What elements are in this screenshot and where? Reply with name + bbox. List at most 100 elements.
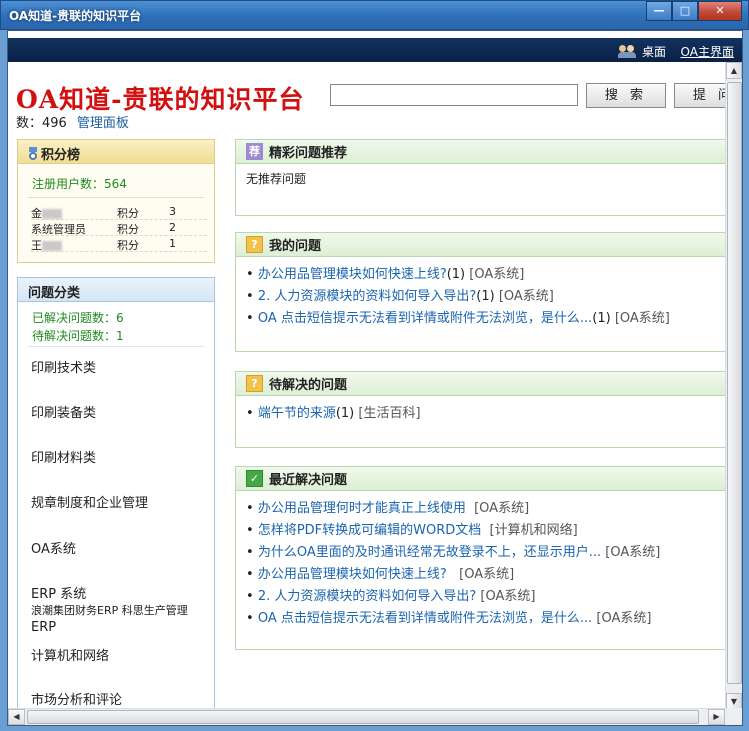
score-row-label: 积分 [117,239,139,252]
category-item[interactable]: 印刷技术类 [31,357,96,376]
list-item: • 2. 人力资源模块的资料如何导入导出? [OA系统] [246,589,536,604]
my-questions-panel: ? 我的问题 • 办公用品管理模块如何快速上线?(1) [OA系统] • 2. … [235,232,725,352]
admin-panel-link[interactable]: 管理面板 [77,116,129,131]
search-button[interactable]: 搜 索 [586,83,666,108]
list-item: • 办公用品管理模块如何快速上线?(1) [OA系统] [246,267,525,282]
category-tag[interactable]: [OA系统] [469,267,524,282]
category-item[interactable]: 印刷装备类 [31,402,96,421]
recommend-icon: 荐 [246,143,263,160]
oa-main-link[interactable]: OA主界面 [681,43,734,60]
scroll-right-icon[interactable]: ▶ [708,709,725,725]
question-link[interactable]: 2. 人力资源模块的资料如何导入导出? [258,289,476,304]
question-link[interactable]: 办公用品管理何时才能真正上线使用 [258,501,466,516]
close-button[interactable]: ✕ [698,1,742,21]
vertical-scroll-thumb[interactable] [727,82,742,684]
list-item: • OA 点击短信提示无法看到详情或附件无法浏览，是什么... [OA系统] [246,611,652,626]
no-recommendation-text: 无推荐问题 [246,172,307,186]
desktop-label: 桌面 [641,45,666,59]
window-titlebar: OA知道-贵联的知识平台 — □ ✕ [0,0,749,30]
window-title: OA知道-贵联的知识平台 [9,9,142,23]
divider [28,197,204,198]
registered-users: 注册用户数：564 [32,177,127,191]
recommended-title: 精彩问题推荐 [269,146,348,161]
score-row-name: 金 [31,205,62,221]
category-item[interactable]: ERP [31,620,56,635]
recent-solved-header: ✓ 最近解决问题 [236,467,725,491]
category-item[interactable]: 市场分析和评论 [31,689,122,708]
question-icon: ? [246,375,263,392]
pending-count: 待解决问题数：1 [32,329,124,343]
list-item: • OA 点击短信提示无法看到详情或附件无法浏览，是什么...(1) [OA系统… [246,311,670,326]
horizontal-scrollbar[interactable]: ◀ ▶ [8,708,725,725]
question-link[interactable]: OA 点击短信提示无法看到详情或附件无法浏览，是什么... [258,611,592,626]
score-row: 王 积分 1 [31,237,207,252]
minimize-button[interactable]: — [646,1,672,21]
horizontal-scroll-thumb[interactable] [27,710,699,724]
score-row: 金 积分 3 [31,205,207,220]
search-input[interactable] [330,84,578,106]
recommended-panel: 荐 精彩问题推荐 无推荐问题 [235,139,725,216]
category-item[interactable]: ERP 系统 [31,583,86,602]
list-item: • 为什么OA里面的及时通讯经常无故登录不上，还显示用户... [OA系统] [246,545,661,560]
scrollbar-corner [725,708,742,725]
desktop-link[interactable]: 桌面 [617,43,666,60]
list-item: • 怎样将PDF转换成可编辑的WORD文档 [计算机和网络] [246,523,578,538]
category-tag[interactable]: [OA系统] [480,589,535,604]
category-tag[interactable]: [OA系统] [459,567,514,582]
vertical-scrollbar[interactable]: ▲ ▼ [725,62,742,710]
recent-solved-title: 最近解决问题 [269,473,348,488]
blurred-name [42,209,62,219]
category-tag[interactable]: [OA系统] [605,545,660,560]
category-tag[interactable]: [OA系统] [499,289,554,304]
category-tag[interactable]: [OA系统] [615,311,670,326]
question-link[interactable]: 为什么OA里面的及时通讯经常无故登录不上，还显示用户... [258,545,601,560]
browser-frame: 桌面 OA主界面 OA知道-贵联的知识平台 搜 索 提 问 数：496 管理面板 … [7,30,743,726]
question-link[interactable]: 端午节的来源 [258,406,336,421]
question-icon: ? [246,236,263,253]
list-item: • 端午节的来源(1) [生活百科] [246,406,421,421]
scroll-up-icon[interactable]: ▲ [726,62,742,79]
question-link[interactable]: 办公用品管理模块如何快速上线? [258,567,447,582]
score-row-name: 系统管理员 [31,223,86,236]
people-icon [617,45,638,58]
score-board-header: 积分榜 [18,140,214,164]
category-panel: 问题分类 已解决问题数：6 待解决问题数：1 印刷技术类 印刷装备类 印刷材料类… [17,277,215,710]
category-item[interactable]: 规章制度和企业管理 [31,492,148,511]
question-link[interactable]: OA 点击短信提示无法看到详情或附件无法浏览，是什么... [258,311,592,326]
category-subitem[interactable]: 浪潮集团财务ERP 科思生产管理 [31,603,188,619]
list-item: • 2. 人力资源模块的资料如何导入导出?(1) [OA系统] [246,289,554,304]
question-count-line: 数：496 管理面板 [16,112,129,131]
score-row-value: 3 [169,205,176,218]
top-nav-bar: 桌面 OA主界面 [8,38,742,62]
category-tag[interactable]: [OA系统] [596,611,651,626]
category-tag[interactable]: [生活百科] [358,406,420,421]
pending-questions-title: 待解决的问题 [269,378,348,393]
list-item: • 办公用品管理何时才能真正上线使用 [OA系统] [246,501,530,516]
my-questions-header: ? 我的问题 [236,233,725,257]
divider [28,346,204,347]
question-link[interactable]: 办公用品管理模块如何快速上线? [258,267,447,282]
pending-questions-header: ? 待解决的问题 [236,372,725,396]
scroll-left-icon[interactable]: ◀ [8,709,25,725]
question-count: 数：496 [16,116,67,131]
solved-count: 已解决问题数：6 [32,311,124,325]
score-board-panel: 积分榜 注册用户数：564 金 积分 3 系统管理员 积分 2 王 积分 1 [17,139,215,263]
recommended-header: 荐 精彩问题推荐 [236,140,725,164]
category-item[interactable]: 计算机和网络 [31,645,109,664]
ask-button[interactable]: 提 问 [674,83,725,108]
score-row-value: 2 [169,221,176,234]
category-item[interactable]: 印刷材料类 [31,447,96,466]
score-row-value: 1 [169,237,176,250]
category-tag[interactable]: [OA系统] [474,501,529,516]
maximize-button[interactable]: □ [672,1,698,21]
page-content: OA知道-贵联的知识平台 搜 索 提 问 数：496 管理面板 积分榜 注册用户数… [8,62,725,710]
score-row-name: 王 [31,237,62,253]
score-board-title: 积分榜 [41,148,81,163]
category-item[interactable]: OA系统 [31,538,76,557]
question-link[interactable]: 怎样将PDF转换成可编辑的WORD文档 [258,523,481,538]
category-tag[interactable]: [计算机和网络] [490,523,578,538]
my-questions-title: 我的问题 [269,239,322,254]
question-link[interactable]: 2. 人力资源模块的资料如何导入导出? [258,589,476,604]
blurred-name [42,241,62,251]
medal-icon [28,147,38,160]
